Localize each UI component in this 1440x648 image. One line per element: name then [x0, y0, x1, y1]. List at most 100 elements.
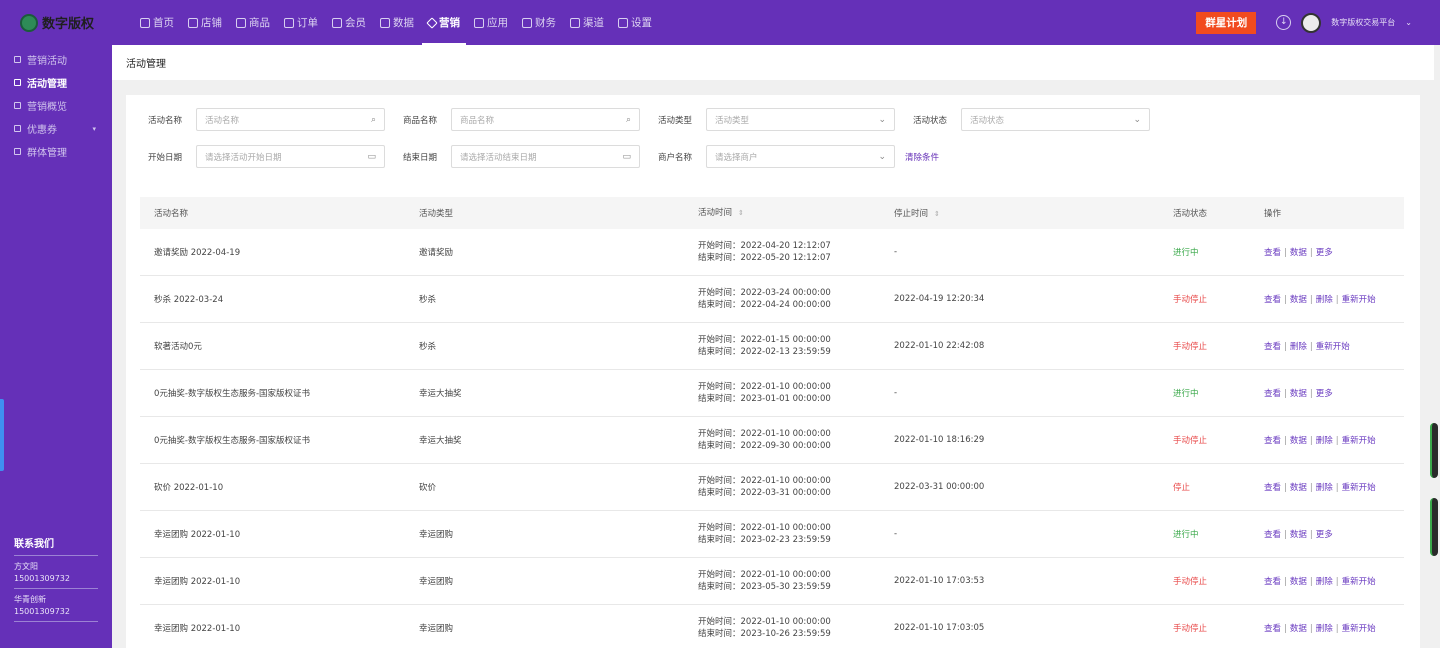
column-header[interactable]: 活动时间 ⇕ — [698, 207, 894, 219]
column-header-label: 活动时间 — [698, 208, 733, 218]
action-link[interactable]: 查看 — [1264, 483, 1281, 493]
action-link[interactable]: 数据 — [1290, 483, 1307, 493]
sidebar-item[interactable]: 活动管理 — [0, 71, 112, 94]
action-link[interactable]: 查看 — [1264, 295, 1281, 305]
nav-finance[interactable]: 财务 — [516, 0, 562, 45]
action-link[interactable]: 查看 — [1264, 530, 1281, 540]
filter-input[interactable]: 商品名称 ⌕ — [451, 108, 640, 131]
filter-input[interactable]: 请选择商户 ⌄ — [706, 145, 895, 168]
sidebar-collapse-handle[interactable] — [0, 399, 4, 471]
filter-input[interactable]: 活动名称 ⌕ — [196, 108, 385, 131]
sidebar-item[interactable]: 营销概览 — [0, 94, 112, 117]
action-link[interactable]: 数据 — [1290, 295, 1307, 305]
action-link[interactable]: 重新开始 — [1342, 295, 1376, 305]
action-separator: | — [1309, 248, 1313, 258]
chevron-down-icon[interactable]: ⌄ — [878, 152, 886, 162]
activity-type: 幸运大抽奖 — [419, 436, 462, 446]
action-link[interactable]: 查看 — [1264, 389, 1281, 399]
sort-icon[interactable]: ⇕ — [738, 209, 744, 217]
nav-data[interactable]: 数据 — [374, 0, 420, 45]
action-link[interactable]: 数据 — [1290, 436, 1307, 446]
sidebar-item[interactable]: 群体管理 — [0, 140, 112, 163]
action-separator: | — [1309, 577, 1313, 587]
nav-channel[interactable]: 渠道 — [564, 0, 610, 45]
nav-home[interactable]: 首页 — [134, 0, 180, 45]
action-link[interactable]: 删除 — [1316, 577, 1333, 587]
calendar-icon[interactable]: ▭ — [622, 152, 631, 162]
nav-gear[interactable]: 设置 — [612, 0, 658, 45]
activity-name: 幸运团购 2022-01-10 — [154, 577, 241, 587]
action-separator: | — [1284, 577, 1287, 587]
action-link[interactable]: 更多 — [1316, 530, 1333, 540]
action-link[interactable]: 数据 — [1290, 577, 1307, 587]
nav-label: 财务 — [535, 17, 556, 29]
action-link[interactable]: 数据 — [1290, 530, 1307, 540]
action-separator: | — [1335, 295, 1339, 305]
action-link[interactable]: 数据 — [1290, 248, 1307, 258]
search-icon[interactable]: ⌕ — [626, 115, 631, 125]
nav-store[interactable]: 店铺 — [182, 0, 228, 45]
action-link[interactable]: 查看 — [1264, 577, 1281, 587]
filter-input[interactable]: 请选择活动开始日期 ▭ — [196, 145, 385, 168]
sidebar-item-label: 营销概览 — [27, 102, 67, 113]
logo[interactable]: 数字版权 — [0, 0, 112, 45]
chevron-down-icon[interactable]: ⌄ — [878, 115, 886, 125]
chevron-down-icon[interactable]: ⌄ — [1133, 115, 1141, 125]
action-link[interactable]: 删除 — [1290, 342, 1307, 352]
scrollbar-widget[interactable] — [1430, 498, 1438, 556]
action-link[interactable]: 数据 — [1290, 624, 1307, 634]
action-link[interactable]: 查看 — [1264, 248, 1281, 258]
action-link[interactable]: 删除 — [1316, 436, 1333, 446]
action-link[interactable]: 重新开始 — [1342, 483, 1376, 493]
finance-icon — [522, 17, 532, 28]
clear-filters-link[interactable]: 清除条件 — [905, 151, 939, 163]
action-link[interactable]: 查看 — [1264, 436, 1281, 446]
action-link[interactable]: 重新开始 — [1342, 436, 1376, 446]
nav-goods[interactable]: 商品 — [230, 0, 276, 45]
platform-name[interactable]: 数字版权交易平台 — [1331, 17, 1395, 28]
action-link[interactable]: 更多 — [1316, 248, 1333, 258]
sidebar-item[interactable]: 优惠券 ▾ — [0, 117, 112, 140]
column-header-label: 活动名称 — [154, 209, 189, 219]
tag-icon — [14, 56, 21, 63]
chevron-down-icon[interactable]: ⌄ — [1405, 18, 1412, 27]
action-link[interactable]: 删除 — [1316, 624, 1333, 634]
calendar-icon[interactable]: ▭ — [367, 152, 376, 162]
search-icon[interactable]: ⌕ — [371, 115, 376, 125]
status-badge: 手动停止 — [1173, 624, 1208, 634]
sidebar-item-label: 营销活动 — [27, 56, 67, 67]
filter-input[interactable]: 活动类型 ⌄ — [706, 108, 895, 131]
action-link[interactable]: 重新开始 — [1342, 624, 1376, 634]
scrollbar-widget[interactable] — [1430, 423, 1438, 478]
column-header: 活动类型 — [419, 207, 698, 219]
action-link[interactable]: 查看 — [1264, 624, 1281, 634]
filter-field: 结束日期 请选择活动结束日期 ▭ — [403, 145, 658, 168]
status-badge: 停止 — [1173, 483, 1191, 493]
action-link[interactable]: 数据 — [1290, 389, 1307, 399]
nav-order[interactable]: 订单 — [278, 0, 324, 45]
filter-field: 商品名称 商品名称 ⌕ — [403, 108, 658, 131]
nav-label: 订单 — [297, 17, 318, 29]
download-icon[interactable]: ↓ — [1276, 15, 1292, 30]
activity-name: 砍价 2022-01-10 — [154, 483, 224, 493]
sort-icon[interactable]: ⇕ — [934, 210, 940, 218]
filter-input[interactable]: 请选择活动结束日期 ▭ — [451, 145, 640, 168]
start-time: 开始时间：2022-01-10 00:00:00 — [698, 429, 831, 439]
nav-app[interactable]: 应用 — [468, 0, 514, 45]
action-link[interactable]: 删除 — [1316, 483, 1333, 493]
nav-member[interactable]: 会员 — [326, 0, 372, 45]
action-link[interactable]: 更多 — [1316, 389, 1333, 399]
filter-input[interactable]: 活动状态 ⌄ — [961, 108, 1150, 131]
action-link[interactable]: 查看 — [1264, 342, 1281, 352]
action-link[interactable]: 重新开始 — [1342, 577, 1376, 587]
stop-time: 2022-04-19 12:20:34 — [894, 294, 985, 304]
start-time: 开始时间：2022-01-10 00:00:00 — [698, 523, 831, 533]
action-link[interactable]: 删除 — [1316, 295, 1333, 305]
sidebar-item[interactable]: 营销活动 — [0, 48, 112, 71]
coupon-icon — [14, 125, 21, 132]
avatar[interactable] — [1301, 12, 1322, 33]
nav-tag[interactable]: 营销 — [422, 0, 466, 45]
column-header[interactable]: 停止时间 ⇕ — [894, 207, 1173, 219]
plan-button[interactable]: 群星计划 — [1196, 11, 1257, 34]
action-link[interactable]: 重新开始 — [1316, 342, 1350, 352]
